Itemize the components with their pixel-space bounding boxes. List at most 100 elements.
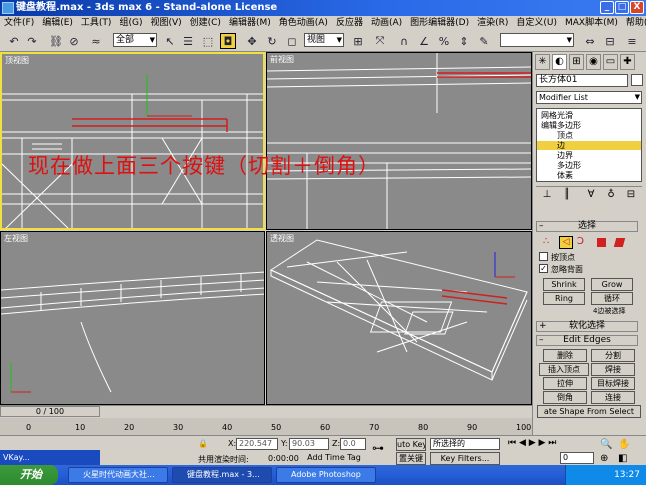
viewport-front[interactable]: 前视图 xyxy=(266,52,532,230)
pan-icon[interactable]: ✋ xyxy=(618,439,630,450)
current-frame-field[interactable]: 0 xyxy=(560,452,594,464)
close-button[interactable]: X xyxy=(630,1,644,14)
unlink-icon[interactable]: ⊘ xyxy=(66,33,82,49)
orbit-icon[interactable]: ⊕ xyxy=(600,453,608,464)
snap-icon[interactable]: ∩ xyxy=(396,33,412,49)
stack-item[interactable]: 网格光滑 xyxy=(537,111,641,120)
auto-key-button[interactable]: uto Key xyxy=(396,438,426,451)
select-icon[interactable]: ↖ xyxy=(162,33,178,49)
viewport-label-perspective[interactable]: 透视图 xyxy=(270,233,294,244)
task-photoshop[interactable]: Adobe Photoshop xyxy=(276,467,376,483)
rollout-selection[interactable]: – 选择 xyxy=(536,221,638,232)
motion-tab-icon[interactable]: ◉ xyxy=(586,54,601,70)
add-time-tag-button[interactable]: Add Time Tag xyxy=(304,452,364,465)
utilities-tab-icon[interactable]: ✚ xyxy=(620,54,635,70)
maximize-button[interactable]: □ xyxy=(615,1,629,14)
rotate-icon[interactable]: ↻ xyxy=(264,33,280,49)
undo-icon[interactable]: ↶ xyxy=(6,33,22,49)
z-coord-field[interactable]: 0.0 xyxy=(340,438,366,450)
stack-item[interactable]: 边 xyxy=(537,141,641,150)
lock-icon[interactable]: 🔒 xyxy=(198,439,208,448)
link-icon[interactable]: ⛓ xyxy=(48,33,64,49)
shrink-button[interactable]: Shrink xyxy=(543,278,585,291)
redo-icon[interactable]: ↷ xyxy=(24,33,40,49)
viewport-label-top[interactable]: 顶视图 xyxy=(5,55,29,66)
remove-modifier-icon[interactable]: ♁ xyxy=(604,189,618,201)
select-by-name-icon[interactable]: ☰ xyxy=(180,33,196,49)
split-button[interactable]: 分割 xyxy=(591,349,635,362)
viewport-label-front[interactable]: 前视图 xyxy=(270,54,294,65)
element-subobject-icon[interactable] xyxy=(613,238,626,247)
modify-tab-icon[interactable]: ◐ xyxy=(552,54,567,70)
menu-item[interactable]: 文件(F) xyxy=(0,16,38,30)
create-tab-icon[interactable]: ✳ xyxy=(535,54,550,70)
start-button[interactable]: 开始 xyxy=(0,465,58,485)
task-3dsmax[interactable]: 键盘教程.max - 3... xyxy=(172,467,272,483)
x-coord-field[interactable]: 220.547 xyxy=(236,438,278,450)
viewport-label-left[interactable]: 左视图 xyxy=(4,233,28,244)
stack-item[interactable]: 顶点 xyxy=(537,131,641,140)
extrude-button[interactable]: 拉伸 xyxy=(543,377,587,390)
weld-button[interactable]: 焊接 xyxy=(591,363,635,376)
named-selection-dropdown[interactable] xyxy=(500,33,574,47)
rollout-edit-edges[interactable]: – Edit Edges xyxy=(536,335,638,346)
menu-item[interactable]: 图形编辑器(D) xyxy=(406,16,473,30)
mirror-icon[interactable]: ⇔ xyxy=(582,33,598,49)
configure-sets-icon[interactable]: ⊟ xyxy=(624,189,638,201)
key-filters-button[interactable]: Key Filters... xyxy=(430,452,500,465)
stack-item[interactable]: 体素 xyxy=(537,171,641,180)
maximize-viewport-icon[interactable]: ◧ xyxy=(618,453,627,464)
menu-item[interactable]: MAX脚本(M) xyxy=(561,16,622,30)
display-tab-icon[interactable]: ▭ xyxy=(603,54,618,70)
modifier-list-dropdown[interactable]: Modifier List xyxy=(536,91,642,104)
chamfer-button[interactable]: 倒角 xyxy=(543,391,587,404)
stack-item[interactable]: 编辑多边形 xyxy=(537,121,641,130)
menu-item[interactable]: 创建(C) xyxy=(186,16,225,30)
hierarchy-tab-icon[interactable]: ⊞ xyxy=(569,54,584,70)
pin-stack-icon[interactable]: ⊥ xyxy=(540,189,554,201)
pivot-icon[interactable]: ⊞ xyxy=(350,33,366,49)
viewport-top[interactable]: 顶视图 xyxy=(0,52,265,230)
menu-item[interactable]: 自定义(U) xyxy=(512,16,561,30)
menu-item[interactable]: 视图(V) xyxy=(146,16,185,30)
viewport-left[interactable]: 左视图 xyxy=(0,231,265,405)
menu-item[interactable]: 渲染(R) xyxy=(473,16,512,30)
menu-item[interactable]: 工具(T) xyxy=(77,16,116,30)
playback-controls[interactable]: ⏮ ◀ ▶ ▶ ⏭ xyxy=(508,438,556,448)
vertex-subobject-icon[interactable]: ∴ xyxy=(543,236,549,247)
key-icon[interactable]: ⊶ xyxy=(372,441,384,455)
y-coord-field[interactable]: 90.03 xyxy=(289,438,329,450)
move-icon[interactable]: ✥ xyxy=(244,33,260,49)
angle-snap-icon[interactable]: ∠ xyxy=(416,33,432,49)
ring-button[interactable]: Ring xyxy=(543,292,585,305)
border-subobject-icon[interactable]: Ɔ xyxy=(577,236,584,247)
show-end-result-icon[interactable]: ║ xyxy=(560,189,574,201)
menu-item[interactable]: 角色动画(A) xyxy=(275,16,332,30)
named-selection-icon[interactable]: ✎ xyxy=(476,33,492,49)
grow-button[interactable]: Grow xyxy=(591,278,633,291)
set-key-button[interactable]: 置关键 xyxy=(396,452,426,465)
selection-filter-dropdown[interactable]: 全部 xyxy=(113,33,157,47)
bind-spacewarp-icon[interactable]: ≈ xyxy=(88,33,104,49)
make-unique-icon[interactable]: ∀ xyxy=(584,189,598,201)
create-shape-button[interactable]: ate Shape From Select xyxy=(537,405,641,418)
ignore-backfacing-checkbox[interactable]: ✓ xyxy=(539,264,548,273)
object-name-field[interactable]: 长方体01 xyxy=(536,74,628,87)
by-vertex-checkbox[interactable] xyxy=(539,252,548,261)
target-weld-button[interactable]: 目标焊接 xyxy=(591,377,635,390)
track-bar[interactable]: 0 10 20 30 40 50 60 70 80 90 100 xyxy=(0,418,532,435)
rollout-soft-selection[interactable]: + 软化选择 xyxy=(536,321,638,332)
rect-region-icon[interactable]: ⬚ xyxy=(200,33,216,49)
stack-item[interactable]: 边界 xyxy=(537,151,641,160)
align-icon[interactable]: ⊟ xyxy=(602,33,618,49)
window-crossing-icon[interactable]: ◘ xyxy=(220,33,236,49)
key-mode-dropdown[interactable]: 所选择的 xyxy=(430,438,500,450)
menu-item[interactable]: 反应器 xyxy=(332,16,367,30)
polygon-subobject-icon[interactable] xyxy=(597,238,606,247)
percent-snap-icon[interactable]: % xyxy=(436,33,452,49)
insert-vertex-button[interactable]: 插入顶点 xyxy=(539,363,589,376)
task-forum[interactable]: 火星时代动画大社... xyxy=(68,467,168,483)
connect-button[interactable]: 连接 xyxy=(591,391,635,404)
scale-icon[interactable]: ◻ xyxy=(284,33,300,49)
ref-coord-dropdown[interactable]: 视图 xyxy=(304,33,344,47)
